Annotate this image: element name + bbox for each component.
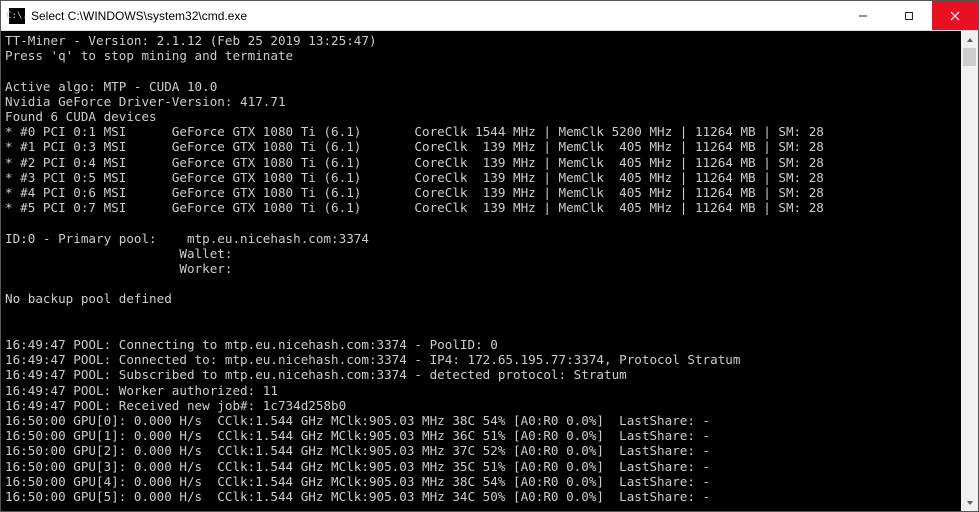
window-controls bbox=[840, 1, 978, 30]
maximize-button[interactable] bbox=[886, 1, 932, 30]
terminal-output[interactable]: TT-Miner - Version: 2.1.12 (Feb 25 2019 … bbox=[1, 31, 961, 511]
vertical-scrollbar[interactable] bbox=[961, 31, 978, 511]
cmd-window: C:\. Select C:\WINDOWS\system32\cmd.exe … bbox=[0, 0, 979, 512]
window-title: Select C:\WINDOWS\system32\cmd.exe bbox=[31, 9, 840, 23]
close-button[interactable] bbox=[932, 1, 978, 30]
titlebar[interactable]: C:\. Select C:\WINDOWS\system32\cmd.exe bbox=[1, 1, 978, 31]
scroll-track[interactable] bbox=[961, 48, 978, 494]
cmd-icon: C:\. bbox=[9, 8, 25, 24]
scroll-down-arrow-icon[interactable] bbox=[961, 494, 978, 511]
scroll-up-arrow-icon[interactable] bbox=[961, 31, 978, 48]
scroll-thumb[interactable] bbox=[963, 48, 976, 66]
minimize-button[interactable] bbox=[840, 1, 886, 30]
terminal-area: TT-Miner - Version: 2.1.12 (Feb 25 2019 … bbox=[1, 31, 978, 511]
